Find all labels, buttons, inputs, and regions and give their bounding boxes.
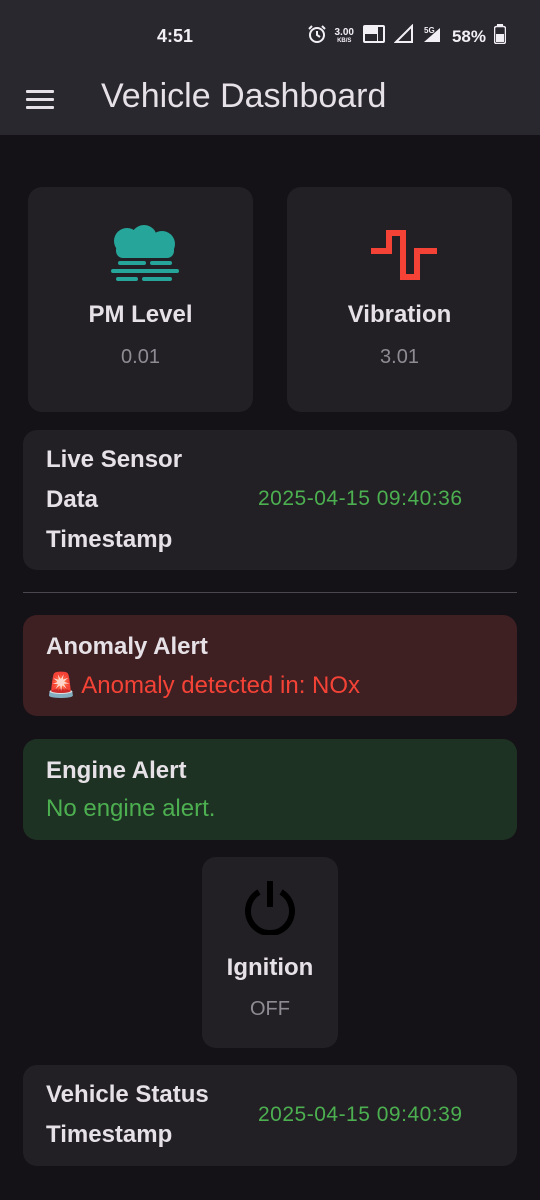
live-sensor-timestamp: 2025-04-15 09:40:36	[258, 487, 463, 510]
battery-icon	[493, 24, 507, 49]
pm-level-title: PM Level	[88, 301, 193, 328]
anomaly-alert-message: Anomaly detected in: NOx	[81, 672, 361, 699]
status-bar: 4:51 3.00 KB/S 5G 58%	[0, 0, 540, 68]
ignition-value: OFF	[250, 998, 290, 1020]
divider	[23, 592, 517, 593]
alarm-icon	[307, 24, 327, 49]
power-icon	[242, 879, 298, 940]
live-sensor-label: Live Sensor Data Timestamp	[46, 440, 182, 560]
volte-icon	[362, 24, 386, 49]
vibration-card[interactable]: Vibration 3.01	[287, 187, 512, 412]
engine-alert-title: Engine Alert	[46, 757, 187, 784]
ignition-title: Ignition	[226, 954, 314, 981]
pm-level-card[interactable]: PM Level 0.01	[28, 187, 253, 412]
vehicle-status-label-line2: Timestamp	[46, 1121, 173, 1148]
vehicle-status-label-line1: Vehicle Status	[46, 1081, 209, 1108]
pm-level-value: 0.01	[121, 346, 160, 368]
live-sensor-label-line3: Timestamp	[46, 526, 173, 553]
signal-icon	[393, 23, 414, 49]
anomaly-alert-message-row: 🚨 Anomaly detected in: NOx	[46, 671, 360, 700]
speed-value: 3.00	[334, 27, 354, 38]
5g-signal-icon: 5G	[422, 24, 444, 49]
engine-alert-message: No engine alert.	[46, 795, 216, 822]
battery-percentage: 58%	[451, 26, 486, 46]
vehicle-status-card: Vehicle Status Timestamp 2025-04-15 09:4…	[23, 1065, 517, 1166]
anomaly-alert-card: Anomaly Alert 🚨 Anomaly detected in: NOx	[23, 615, 517, 716]
live-sensor-card: Live Sensor Data Timestamp 2025-04-15 09…	[23, 430, 517, 570]
vehicle-status-label: Vehicle Status Timestamp	[46, 1075, 209, 1155]
live-sensor-label-line2: Data	[46, 486, 99, 513]
engine-alert-card: Engine Alert No engine alert.	[23, 739, 517, 840]
vibration-title: Vibration	[347, 301, 452, 328]
anomaly-alert-title: Anomaly Alert	[46, 633, 208, 660]
app-bar: Vehicle Dashboard	[0, 68, 540, 135]
speed-unit: KB/S	[337, 38, 352, 44]
siren-icon: 🚨	[46, 672, 76, 699]
data-speed-icon: 3.00 KB/S	[335, 28, 354, 45]
page-title: Vehicle Dashboard	[101, 77, 387, 115]
fog-cloud-icon	[108, 225, 180, 288]
live-sensor-label-line1: Live Sensor	[46, 446, 183, 473]
vibration-value: 3.01	[380, 346, 419, 368]
hamburger-menu-icon[interactable]	[24, 86, 56, 116]
ignition-card[interactable]: Ignition OFF	[202, 857, 338, 1048]
status-time: 4:51	[157, 26, 194, 46]
vibration-wave-icon	[369, 227, 441, 288]
vehicle-status-timestamp: 2025-04-15 09:40:39	[258, 1103, 463, 1126]
status-icons: 3.00 KB/S 5G 58%	[307, 23, 507, 49]
svg-text:5G: 5G	[424, 26, 435, 35]
